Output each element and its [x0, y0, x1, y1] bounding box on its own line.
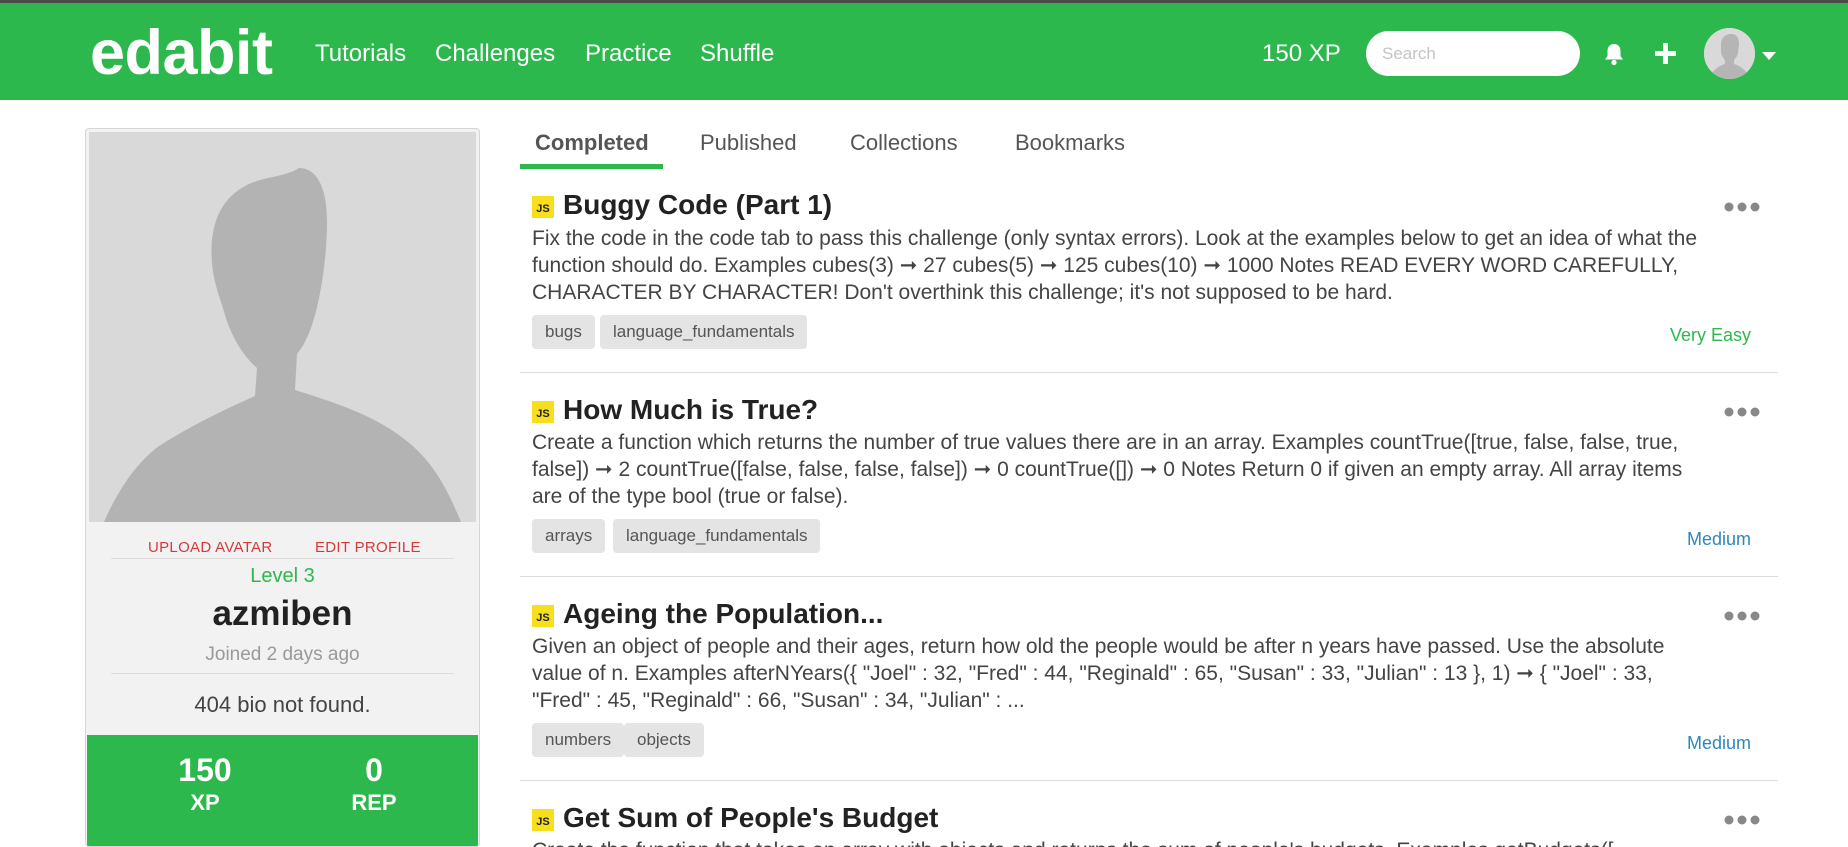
- javascript-language-badge: JS: [532, 196, 554, 218]
- difficulty-label: Medium: [1686, 529, 1751, 549]
- challenge-title[interactable]: Buggy Code (Part 1): [563, 188, 832, 222]
- stat-label: XP: [190, 790, 220, 815]
- stat-label: REP: [351, 790, 397, 815]
- nav-link-practice[interactable]: Practice: [585, 39, 672, 69]
- divider: [111, 673, 454, 674]
- tab-collections[interactable]: Collections: [850, 128, 958, 158]
- stat-value: 150: [178, 752, 232, 788]
- divider: [111, 558, 454, 559]
- difficulty-label: Very Easy: [1669, 325, 1751, 345]
- challenge-title[interactable]: Ageing the Population...: [563, 597, 883, 631]
- avatar-actions: UPLOAD AVATAR EDIT PROFILE: [86, 530, 479, 566]
- profile-tabs: Completed Published Collections Bookmark…: [520, 120, 1780, 170]
- user-avatar-menu[interactable]: [1704, 28, 1755, 79]
- challenge-card: JS Buggy Code (Part 1) Fix the code in t…: [520, 182, 1778, 373]
- tag-chip[interactable]: bugs: [532, 315, 595, 349]
- search-input[interactable]: [1366, 31, 1580, 76]
- profile-avatar: [89, 132, 476, 522]
- challenge-card: JS How Much is True? Create a function w…: [520, 373, 1778, 577]
- upload-avatar-button[interactable]: UPLOAD AVATAR: [148, 530, 273, 566]
- stat-rep: 0 REP: [294, 751, 454, 817]
- challenge-card: JS Ageing the Population... Given an obj…: [520, 577, 1778, 781]
- active-tab-indicator: [520, 164, 663, 169]
- edit-profile-button[interactable]: EDIT PROFILE: [315, 530, 421, 566]
- tag-chip[interactable]: objects: [624, 723, 704, 757]
- challenge-description: Create a function which returns the numb…: [532, 431, 1683, 508]
- javascript-language-badge: JS: [532, 605, 554, 627]
- user-level: Level 3: [250, 565, 315, 587]
- user-silhouette-icon: [89, 132, 476, 522]
- tag-chip[interactable]: arrays: [532, 519, 606, 553]
- username: azmiben: [212, 594, 353, 633]
- notifications-bell-icon[interactable]: [1603, 42, 1625, 71]
- javascript-language-badge: JS: [532, 809, 554, 831]
- add-plus-icon[interactable]: [1655, 43, 1676, 69]
- more-options-icon[interactable]: [1724, 404, 1760, 422]
- tag-chip[interactable]: language_fundamentals: [613, 519, 821, 553]
- top-navbar: edabit Tutorials Challenges Practice Shu…: [0, 0, 1848, 100]
- chevron-down-icon[interactable]: [1762, 48, 1776, 66]
- javascript-language-badge: JS: [532, 401, 554, 423]
- profile-card: UPLOAD AVATAR EDIT PROFILE Level 3 azmib…: [85, 128, 480, 847]
- tab-published[interactable]: Published: [700, 128, 797, 158]
- challenge-description: Create the function that takes an array …: [532, 837, 1712, 847]
- brand-logo[interactable]: edabit: [90, 17, 273, 89]
- stat-xp: 150 XP: [125, 751, 285, 817]
- challenge-title[interactable]: Get Sum of People's Budget: [563, 801, 938, 835]
- stat-value: 0: [365, 752, 383, 788]
- challenge-description: Given an object of people and their ages…: [532, 635, 1665, 712]
- tab-bookmarks[interactable]: Bookmarks: [1015, 128, 1125, 158]
- user-bio: 404 bio not found.: [194, 692, 371, 717]
- more-options-icon[interactable]: [1724, 199, 1760, 217]
- tag-chip[interactable]: numbers: [532, 723, 625, 757]
- more-options-icon[interactable]: [1724, 608, 1760, 626]
- user-stats: 150 XP 0 REP: [87, 735, 478, 846]
- nav-link-challenges[interactable]: Challenges: [435, 39, 555, 69]
- challenge-description: Fix the code in the code tab to pass thi…: [532, 227, 1698, 304]
- difficulty-label: Medium: [1686, 733, 1751, 753]
- xp-counter: 150 XP: [1262, 40, 1341, 67]
- tag-chip[interactable]: language_fundamentals: [600, 315, 808, 349]
- challenge-title[interactable]: How Much is True?: [563, 393, 818, 427]
- tab-completed[interactable]: Completed: [535, 128, 649, 158]
- more-options-icon[interactable]: [1724, 812, 1760, 830]
- user-silhouette-icon: [1704, 28, 1755, 79]
- challenge-card: JS Get Sum of People's Budget Create the…: [520, 781, 1778, 847]
- nav-link-tutorials[interactable]: Tutorials: [315, 39, 406, 69]
- joined-date: Joined 2 days ago: [205, 644, 360, 665]
- nav-link-shuffle[interactable]: Shuffle: [700, 39, 774, 69]
